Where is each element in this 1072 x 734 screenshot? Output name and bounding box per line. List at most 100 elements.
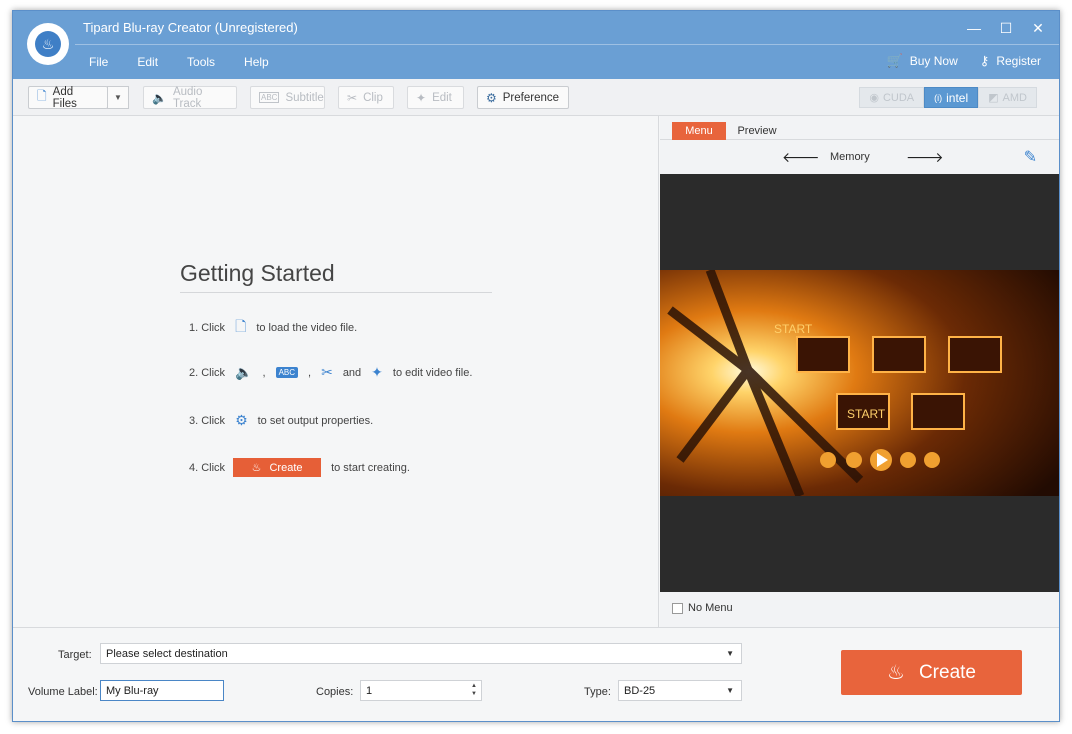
no-menu-option[interactable]: No Menu (672, 602, 733, 614)
sparkle-icon: ✦ (416, 90, 427, 105)
template-name: Memory (830, 151, 870, 163)
register-link[interactable]: ⚷ Register (980, 53, 1041, 69)
intel-label: intel (946, 90, 969, 105)
app-window: ♨ Tipard Blu-ray Creator (Unregistered) … (12, 10, 1060, 722)
menu-file[interactable]: File (79, 53, 118, 71)
abc-icon: ABC (275, 367, 299, 378)
spinner-arrows-icon[interactable]: ▲ ▼ (471, 682, 477, 698)
step4-create-button[interactable]: ♨ Create (233, 458, 322, 477)
scissors-icon: ✂ (321, 364, 333, 380)
step4-suffix: to start creating. (331, 461, 410, 474)
template-artwork: START START (660, 270, 1059, 496)
menu-preview: START START (660, 174, 1059, 592)
clip-button[interactable]: ✂ Clip (338, 86, 394, 109)
abc-icon: ABC (259, 92, 280, 103)
menu-template-image: START START (660, 270, 1059, 496)
acceleration-selector: ◉ CUDA (i) intel ◩ AMD (859, 87, 1037, 108)
panel-tabs: Menu Preview (660, 116, 1059, 140)
target-select[interactable]: Please select destination ▼ (100, 643, 742, 664)
gear-icon: ⚙ (486, 90, 497, 105)
step4-create-label: Create (269, 461, 303, 474)
create-button[interactable]: ♨ Create (841, 650, 1022, 695)
audio-track-button[interactable]: 🔈 Audio Track (143, 85, 237, 110)
preference-button[interactable]: ⚙ Preference (477, 86, 569, 109)
arrow-right-icon[interactable]: 🡒 (906, 149, 944, 166)
type-label: Type: (584, 686, 611, 698)
intel-icon: (i) (934, 92, 943, 103)
menu-preview-panel: Menu Preview 🡐 Memory 🡒 ✎ START START No… (660, 116, 1059, 627)
template-navigator: 🡐 Memory 🡒 ✎ (660, 140, 1059, 174)
add-files-dropdown[interactable]: ▼ (107, 86, 129, 109)
menu-tools[interactable]: Tools (177, 53, 225, 71)
no-menu-label: No Menu (688, 602, 733, 614)
add-file-icon: 🗋 (235, 318, 247, 334)
cart-icon: 🛒 (886, 53, 903, 68)
edit-button[interactable]: ✦ Edit (407, 86, 464, 109)
key-icon: ⚷ (979, 53, 990, 68)
intel-toggle[interactable]: (i) intel (924, 87, 979, 108)
copies-value: 1 (366, 684, 373, 697)
header-links: 🛒 Buy Now ⚷ Register (865, 53, 1041, 69)
speaker-icon: 🔈 (152, 90, 167, 105)
window-title: Tipard Blu-ray Creator (Unregistered) (83, 20, 298, 35)
audio-track-label: Audio Track (172, 85, 203, 110)
tab-menu[interactable]: Menu (672, 122, 726, 140)
window-controls: — ☐ ✕ (955, 17, 1051, 39)
amd-label: AMD (1002, 91, 1027, 104)
add-files-button[interactable]: 🗋 Add Files (28, 86, 108, 110)
cuda-toggle[interactable]: ◉ CUDA (859, 87, 925, 108)
tab-preview[interactable]: Preview (730, 122, 784, 140)
subtitle-button[interactable]: ABC Subtitle (250, 86, 325, 109)
step-2: 2. Click 🔈, ABC, ✂ and ✦ to edit video f… (189, 364, 473, 380)
chevron-down-icon: ▼ (726, 686, 734, 695)
close-button[interactable]: ✕ (1025, 17, 1051, 39)
flame-disc-icon: ♨ (35, 31, 61, 57)
getting-started-title: Getting Started (180, 260, 335, 286)
toolbar: 🗋 Add Files ▼ 🔈 Audio Track ABC Subtitle ✂ C… (13, 79, 1059, 116)
maximize-button[interactable]: ☐ (993, 17, 1019, 39)
gear-icon: ⚙ (235, 412, 248, 428)
step-4: 4. Click ♨ Create to start creating. (189, 458, 410, 477)
register-label: Register (996, 54, 1041, 68)
preview-start-text-2: START (847, 407, 886, 421)
add-file-icon: 🗋 (37, 89, 47, 103)
flame-icon: ♨ (887, 662, 905, 684)
amd-toggle[interactable]: ◩ AMD (978, 87, 1037, 108)
title-separator (75, 44, 1059, 45)
chevron-down-icon: ▼ (114, 93, 122, 102)
step4-prefix: 4. Click (189, 461, 226, 474)
getting-started-divider (180, 292, 492, 293)
no-menu-checkbox[interactable] (672, 602, 683, 614)
speaker-icon: 🔈 (235, 364, 253, 380)
type-value: BD-25 (624, 684, 656, 697)
edit-label: Edit (432, 91, 452, 104)
step-1: 1. Click 🗋 to load the video file. (189, 316, 357, 340)
preview-start-text-1: START (774, 322, 813, 336)
cuda-label: CUDA (882, 91, 915, 104)
step3-prefix: 3. Click (189, 414, 226, 427)
volume-label-input[interactable]: My Blu-ray (100, 680, 224, 701)
type-select[interactable]: BD-25 ▼ (618, 680, 742, 701)
arrow-left-icon[interactable]: 🡐 (782, 149, 820, 166)
step3-suffix: to set output properties. (257, 414, 374, 427)
volume-label: Volume Label: (28, 686, 98, 698)
output-settings-bar: Target: Please select destination ▼ Volu… (13, 627, 1059, 721)
amd-icon: ◩ (988, 92, 999, 104)
minimize-button[interactable]: — (961, 17, 987, 39)
flame-icon: ♨ (251, 462, 262, 474)
step1-suffix: to load the video file. (256, 322, 358, 334)
menu-edit[interactable]: Edit (127, 53, 168, 71)
create-label: Create (918, 661, 976, 683)
app-logo: ♨ (27, 23, 69, 65)
menu-help[interactable]: Help (234, 53, 279, 71)
volume-value: My Blu-ray (106, 684, 159, 697)
subtitle-label: Subtitle (285, 91, 324, 104)
target-value: Please select destination (106, 647, 228, 660)
buy-now-link[interactable]: 🛒 Buy Now (887, 53, 958, 69)
nvidia-icon: ◉ (869, 92, 879, 104)
buy-now-label: Buy Now (909, 54, 958, 68)
edit-menu-icon[interactable]: ✎ (1024, 147, 1037, 167)
sparkle-icon: ✦ (371, 364, 383, 380)
step-3: 3. Click ⚙ to set output properties. (189, 412, 373, 429)
copies-stepper[interactable]: 1 ▲ ▼ (360, 680, 482, 701)
